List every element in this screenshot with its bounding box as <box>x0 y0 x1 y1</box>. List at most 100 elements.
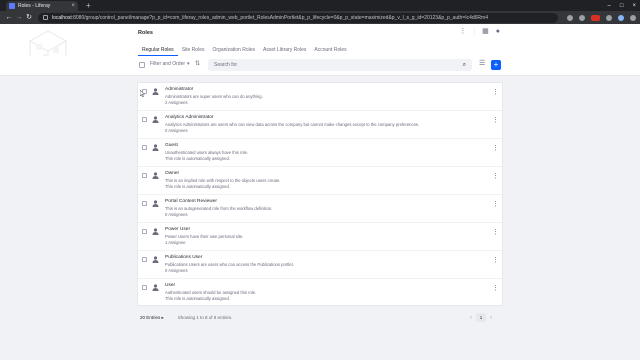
profile-avatar[interactable] <box>618 14 624 21</box>
filter-and-order-label: Filter and Order <box>150 61 186 67</box>
address-url: localhost:8080/group/control_panel/manag… <box>52 14 488 21</box>
role-actions-kebab-icon[interactable]: ⋮ <box>492 173 499 180</box>
role-description: Power Users have their own personal site… <box>165 234 244 239</box>
user-role-icon <box>152 172 159 179</box>
role-assignees: This role is automatically assigned. <box>165 156 230 161</box>
next-page-icon[interactable]: › <box>490 315 492 321</box>
role-row[interactable]: Portal Content Reviewer This is an autoge… <box>138 195 502 223</box>
role-checkbox[interactable] <box>142 201 147 206</box>
search-icon[interactable]: ⌕ <box>463 62 466 69</box>
role-actions-kebab-icon[interactable]: ⋮ <box>492 89 499 96</box>
maximize-icon[interactable]: □ <box>620 3 624 9</box>
role-actions-kebab-icon[interactable]: ⋮ <box>492 257 499 264</box>
address-bar[interactable]: localhost:8080/group/control_panel/manag… <box>38 12 558 23</box>
role-checkbox[interactable] <box>142 145 147 150</box>
management-toolbar: Filter and Order ▾ ⇅ ⌕ ☰ + <box>0 56 640 76</box>
role-checkbox[interactable] <box>142 257 147 262</box>
puzzle-icon[interactable] <box>606 14 612 21</box>
role-row[interactable]: Analytics Administrator Analytics Adminis… <box>138 111 502 139</box>
role-actions-kebab-icon[interactable]: ⋮ <box>492 285 499 292</box>
select-all-checkbox[interactable] <box>139 62 145 68</box>
role-title[interactable]: Administrator <box>165 87 193 92</box>
role-description: This is an implied role with respect to … <box>165 178 281 183</box>
back-icon[interactable]: ← <box>4 14 14 21</box>
user-avatar-icon[interactable]: ● <box>496 28 500 35</box>
role-assignees: 0 Assignees <box>165 268 188 273</box>
extension-icons <box>567 14 636 21</box>
reload-icon[interactable]: ↻ <box>24 14 34 21</box>
tab-site-roles[interactable]: Site Roles <box>178 44 209 56</box>
tab-account-roles[interactable]: Account Roles <box>310 44 350 56</box>
entries-per-page-button[interactable]: 20 Entries ▸ <box>140 315 164 321</box>
tab-asset-library-roles[interactable]: Asset Library Roles <box>259 44 310 56</box>
browser-tab-bar: Roles - Liferay × + – □ × <box>0 0 640 11</box>
role-row[interactable]: Power User Power Users have their own per… <box>138 223 502 251</box>
display-style-icon[interactable]: ☰ <box>479 60 485 67</box>
browser-tab[interactable]: Roles - Liferay × <box>6 1 78 11</box>
role-row[interactable]: Guest Unauthenticated users always have t… <box>138 139 502 167</box>
role-description: This is an autogenerated role from the w… <box>165 206 273 211</box>
forward-icon[interactable]: → <box>14 14 24 21</box>
caret-down-icon: ▾ <box>187 61 190 67</box>
new-tab-icon[interactable]: + <box>86 1 91 10</box>
role-checkbox[interactable] <box>142 229 147 234</box>
user-role-icon <box>152 256 159 263</box>
liferay-favicon-icon <box>9 3 15 9</box>
role-assignees: This role is automatically assigned. <box>165 296 230 301</box>
info-icon[interactable] <box>43 15 48 20</box>
add-role-button[interactable]: + <box>491 60 501 70</box>
role-checkbox[interactable] <box>142 285 147 290</box>
showing-entries-label: Showing 1 to 8 of 8 entries. <box>177 315 233 320</box>
role-assignees: 2 Assignees <box>165 100 188 105</box>
role-row[interactable]: User Authenticated users should be assign… <box>138 279 502 307</box>
role-actions-kebab-icon[interactable]: ⋮ <box>492 117 499 124</box>
role-title[interactable]: Power User <box>165 227 190 232</box>
role-title[interactable]: Owner <box>165 171 179 176</box>
mouse-cursor-icon <box>140 90 145 97</box>
user-role-icon <box>152 200 159 207</box>
extension-icon[interactable] <box>591 14 600 21</box>
close-tab-icon[interactable]: × <box>71 3 75 9</box>
role-actions-kebab-icon[interactable]: ⋮ <box>492 229 499 236</box>
role-checkbox[interactable] <box>142 117 147 122</box>
search-input[interactable] <box>214 62 463 68</box>
window-controls: – □ × <box>608 0 636 11</box>
browser-menu-icon[interactable] <box>630 14 636 21</box>
roles-list: Administrator Administrators are super us… <box>137 82 503 307</box>
role-assignees: This role is automatically assigned. <box>165 184 230 189</box>
user-role-icon <box>152 228 159 235</box>
user-role-icon <box>152 284 159 291</box>
role-title[interactable]: Portal Content Reviewer <box>165 199 217 204</box>
applications-grid-icon[interactable]: ▦ <box>482 28 489 35</box>
role-title[interactable]: Analytics Administrator <box>165 115 214 120</box>
tab-organization-roles[interactable]: Organization Roles <box>208 44 259 56</box>
role-row[interactable]: Owner This is an implied role with respec… <box>138 167 502 195</box>
pagination: ‹ 1 › <box>470 313 492 322</box>
filter-and-order-button[interactable]: Filter and Order ▾ <box>150 61 190 67</box>
role-checkbox[interactable] <box>142 173 147 178</box>
role-type-tabs: Regular Roles Site Roles Organization Ro… <box>138 44 351 56</box>
close-window-icon[interactable]: × <box>632 3 636 9</box>
role-title[interactable]: Publications User <box>165 255 202 260</box>
role-title[interactable]: Guest <box>165 143 178 148</box>
bookmark-star-icon[interactable] <box>579 14 585 21</box>
browser-toolbar: ← → ↻ localhost:8080/group/control_panel… <box>0 11 640 24</box>
share-icon[interactable] <box>567 14 573 21</box>
user-role-icon <box>152 144 159 151</box>
role-title[interactable]: User <box>165 283 175 288</box>
tab-regular-roles[interactable]: Regular Roles <box>138 44 178 56</box>
options-kebab-icon[interactable]: ⋮ <box>459 28 466 35</box>
role-row[interactable]: Publications User Publications Users are … <box>138 251 502 279</box>
role-description: Publications Users are users who can acc… <box>165 262 294 267</box>
role-row[interactable]: Administrator Administrators are super us… <box>138 83 502 111</box>
page-number-button[interactable]: 1 <box>476 313 486 322</box>
sort-order-icon[interactable]: ⇅ <box>195 60 200 67</box>
search-box: ⌕ <box>208 59 472 71</box>
role-actions-kebab-icon[interactable]: ⋮ <box>492 145 499 152</box>
browser-tab-title: Roles - Liferay <box>18 3 51 9</box>
role-actions-kebab-icon[interactable]: ⋮ <box>492 201 499 208</box>
role-description: Analytics Administrators are users who c… <box>165 122 420 127</box>
previous-page-icon[interactable]: ‹ <box>470 315 472 321</box>
minimize-icon[interactable]: – <box>608 3 611 9</box>
user-role-icon <box>152 116 159 123</box>
